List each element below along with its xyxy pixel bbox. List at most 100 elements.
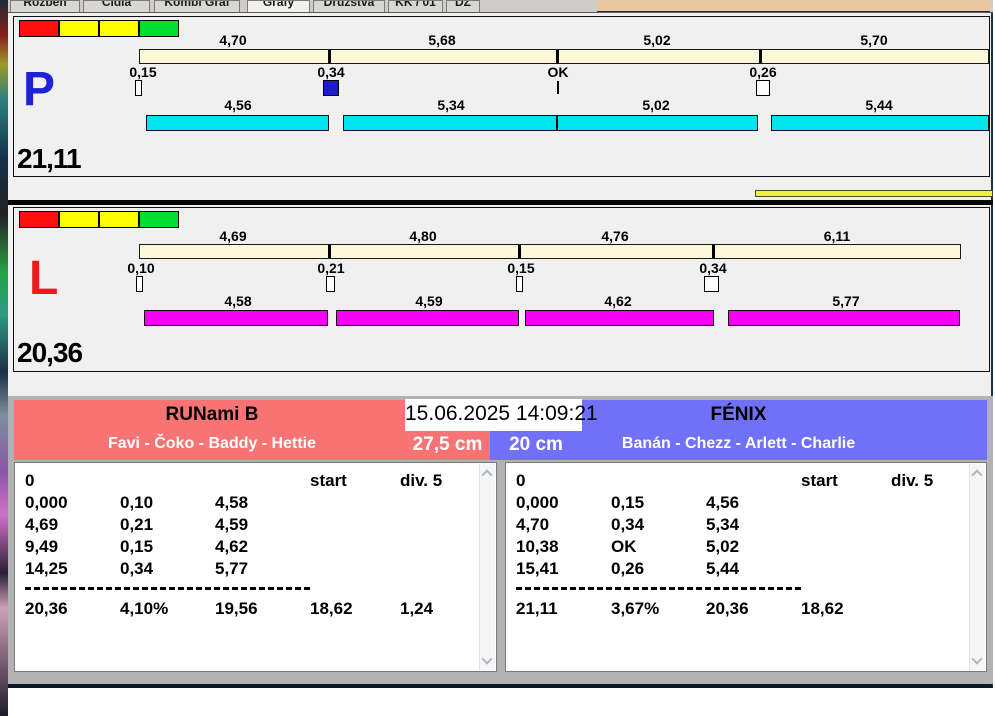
split-track-bar [139, 244, 961, 259]
totals-separator [25, 587, 310, 590]
legend-square-yellow [99, 20, 139, 37]
split-time-label: 5,68 [428, 32, 456, 48]
split-time-label: 4,70 [219, 32, 247, 48]
background-window-strip [597, 0, 990, 12]
table-row: 15,41 0,26 5,44 [516, 559, 740, 578]
table-row: 9,49 0,15 4,62 [25, 537, 249, 556]
track-divider [328, 245, 331, 258]
dog-time-label: 4,59 [415, 293, 443, 309]
progress-bar [755, 190, 993, 197]
split-track-bar [139, 49, 989, 64]
lane-panel-p: P 4,70 5,68 5,02 5,70 0,15 0,34 OK 0,26 … [13, 16, 990, 177]
table-row: 4,69 0,21 4,59 [25, 515, 249, 534]
bar-divider [556, 116, 558, 130]
dog-time-label: 4,56 [224, 97, 252, 113]
legend-square-yellow [59, 20, 99, 37]
table-scrollbar[interactable] [479, 464, 495, 670]
result-table-right[interactable]: 0 start div. 5 0,000 0,15 4,56 4,70 0,34… [505, 462, 987, 672]
tab-kk-01[interactable]: KK / 01 [388, 0, 443, 12]
result-table-left[interactable]: 0 start div. 5 0,000 0,10 4,58 4,69 0,21… [14, 462, 497, 672]
legend-square-red [19, 20, 59, 37]
change-marker [326, 276, 335, 292]
change-time-label: 0,34 [317, 64, 345, 80]
split-time-label: 4,80 [409, 228, 437, 244]
lane-total-time: 20,36 [17, 337, 83, 368]
lane-letter: L [29, 252, 59, 305]
lane-total-time: 21,11 [17, 143, 82, 174]
table-scrollbar[interactable] [969, 464, 985, 670]
legend-square-yellow [59, 211, 99, 228]
timestamp-box: 15.06.2025 14:09:21 [405, 399, 598, 431]
track-divider [518, 245, 521, 258]
legend-square-green [139, 211, 179, 228]
track-divider [556, 50, 559, 63]
change-time-label: OK [547, 64, 569, 80]
split-time-label: 5,70 [860, 32, 888, 48]
table-row: 4,70 0,34 5,34 [516, 515, 740, 534]
scroll-down-icon[interactable] [481, 653, 493, 665]
tab-cidla[interactable]: Cidla [83, 0, 150, 12]
legend-square-red [19, 211, 59, 228]
change-time-label: 0,15 [129, 64, 157, 80]
tab-dz[interactable]: DZ [446, 0, 480, 12]
change-time-label: 0,10 [127, 260, 155, 276]
change-marker-selected [323, 80, 339, 96]
tab-rozbeh[interactable]: Rozbeh [10, 0, 80, 12]
dog-run-bar [343, 115, 758, 131]
split-time-label: 5,02 [643, 32, 671, 48]
dog-time-label: 5,44 [865, 97, 893, 113]
desktop-edge-strip [0, 0, 8, 716]
lane-letter: P [23, 63, 56, 116]
panel-divider [8, 200, 993, 205]
table-row: 0,000 0,10 4,58 [25, 493, 249, 512]
dog-run-bar [146, 115, 329, 131]
timestamp: 15.06.2025 14:09:21 [405, 402, 598, 425]
change-marker [135, 80, 142, 96]
change-marker [136, 276, 143, 292]
split-time-label: 4,76 [601, 228, 629, 244]
tab-druzstva[interactable]: Družstva [313, 0, 385, 12]
track-divider [328, 50, 331, 63]
table-row: 10,38 OK 5,02 [516, 537, 740, 556]
team-dogs: Favi - Čoko - Baddy - Hettie [107, 435, 317, 452]
change-time-label: 0,26 [749, 64, 777, 80]
table-row: 14,25 0,34 5,77 [25, 559, 249, 578]
change-marker [516, 276, 523, 292]
dog-time-label: 5,77 [832, 293, 860, 309]
change-time-label: 0,15 [507, 260, 535, 276]
scroll-up-icon[interactable] [971, 469, 983, 481]
jump-height-right: 20 cm [490, 431, 582, 460]
scroll-down-icon[interactable] [971, 653, 983, 665]
legend-square-yellow [99, 211, 139, 228]
table-totals-row: 20,36 4,10% 19,56 18,62 1,24 [25, 599, 434, 618]
table-header-row: 0 start div. 5 [516, 471, 934, 490]
dog-time-label: 5,34 [437, 97, 465, 113]
dog-time-label: 5,02 [642, 97, 670, 113]
scroll-up-icon[interactable] [481, 469, 493, 481]
split-time-label: 4,69 [219, 228, 247, 244]
change-time-label: 0,34 [699, 260, 727, 276]
table-row: 0,000 0,15 4,56 [516, 493, 740, 512]
tab-kombi-graf[interactable]: Kombi Graf [154, 0, 240, 12]
team-name: RUNami B [165, 404, 259, 425]
dog-run-bar [144, 310, 328, 326]
dog-run-bar [771, 115, 989, 131]
track-divider [759, 50, 762, 63]
dog-time-label: 4,62 [604, 293, 632, 309]
dog-time-label: 4,58 [224, 293, 252, 309]
dog-run-bar [336, 310, 519, 326]
change-time-label: 0,21 [317, 260, 345, 276]
totals-separator [516, 587, 801, 590]
lane-panel-l: L 4,69 4,80 4,76 6,11 0,10 0,21 0,15 0,3… [13, 207, 990, 372]
legend-square-green [139, 20, 179, 37]
change-marker [704, 276, 719, 292]
change-marker [756, 80, 770, 96]
app-window: Rozbeh Cidla Kombi Graf Grafy Družstva K… [8, 0, 993, 688]
dog-run-bar [728, 310, 960, 326]
table-totals-row: 21,11 3,67% 20,36 18,62 [516, 599, 844, 618]
tab-grafy[interactable]: Grafy [247, 0, 310, 12]
change-marker-ok [557, 81, 559, 94]
dog-run-bar [525, 310, 714, 326]
table-header-row: 0 start div. 5 [25, 471, 443, 490]
track-divider [712, 245, 715, 258]
